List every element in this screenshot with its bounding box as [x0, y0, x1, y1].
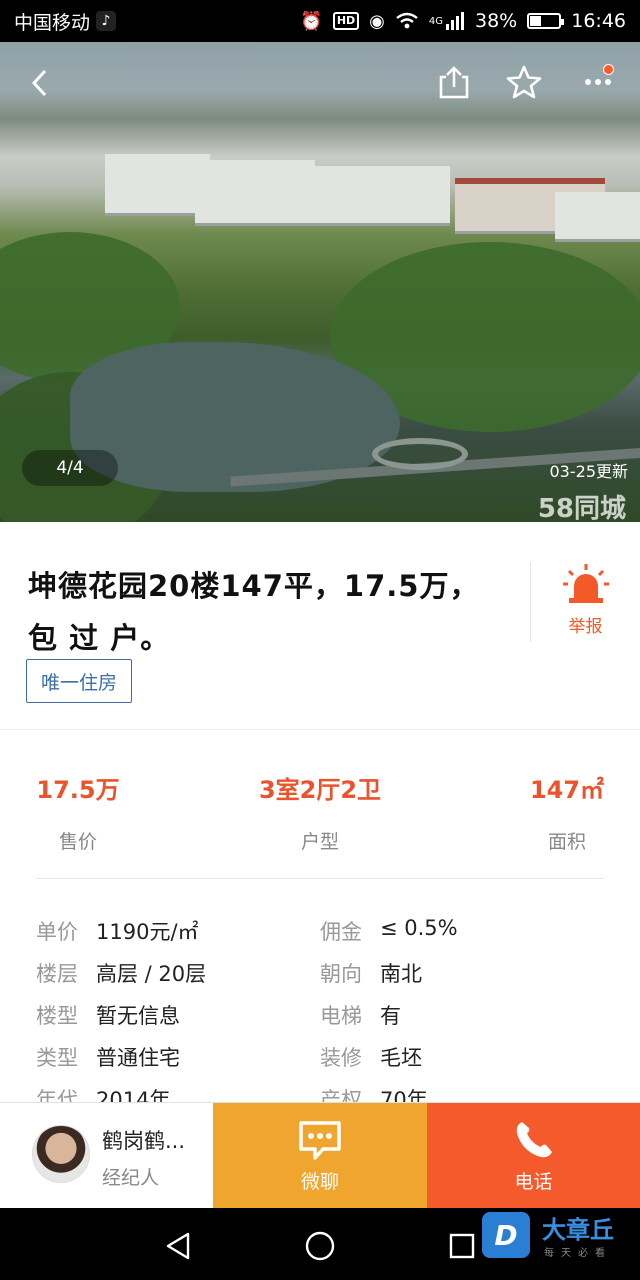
more-dots-icon: [585, 79, 611, 85]
stat-label: 面积: [547, 831, 586, 853]
notification-dot: [603, 64, 614, 75]
detail-key: 朝向: [320, 962, 362, 986]
detail-key: 电梯: [320, 1004, 362, 1028]
detail-value: 2014年: [96, 1088, 171, 1102]
agent-role: 经纪人: [102, 1167, 160, 1189]
stat-value: 147㎡: [529, 776, 605, 804]
detail-key: 装修: [320, 1046, 362, 1070]
title-section: 坤德花园20楼147平，17.5万，包 过 户。 举报 唯一住房: [0, 522, 640, 730]
star-icon: [506, 65, 542, 99]
report-label: 举报: [568, 617, 603, 637]
stat-label: 户型: [300, 831, 339, 853]
photo-building: [195, 160, 315, 226]
brand-name: 大章丘: [542, 1216, 614, 1244]
detail-value: 1190元/㎡: [96, 920, 199, 944]
alarm-icon: ⏰: [300, 10, 323, 32]
detail-row: 楼层 高层 / 20层 朝向 南北: [36, 958, 616, 1000]
stat-layout: 3室2厅2卫 户型: [250, 770, 390, 854]
network-type: 4G: [428, 15, 443, 27]
share-button[interactable]: [434, 62, 474, 102]
more-button[interactable]: [576, 62, 620, 102]
report-button[interactable]: 举报: [530, 562, 640, 642]
system-nav-bar: D 大章丘 每天必看: [0, 1208, 640, 1280]
detail-value: 70年: [380, 1088, 428, 1102]
watermark: 58同城: [537, 494, 626, 522]
stat-value: 3室2厅2卫: [258, 776, 382, 804]
detail-row: 楼型 暂无信息 电梯 有: [36, 1000, 616, 1042]
detail-value: 高层 / 20层: [96, 962, 207, 986]
brand-watermark: D 大章丘 每天必看: [482, 1210, 632, 1264]
detail-key: 年代: [36, 1088, 78, 1102]
triangle-back-icon: [166, 1232, 190, 1260]
tiktok-notification-icon: ♪: [96, 11, 117, 31]
battery-percent: 38%: [475, 10, 518, 32]
brand-slogan: 每天必看: [544, 1248, 612, 1259]
clock: 16:46: [571, 10, 626, 32]
bottom-action-bar: 鹤岗鹤... 经纪人 微聊 电话: [0, 1102, 640, 1209]
detail-value: 南北: [380, 962, 422, 986]
carrier-group: 中国移动 ♪: [14, 8, 117, 35]
chevron-left-icon: [31, 69, 47, 97]
detail-row: 单价 1190元/㎡ 佣金 ≤ 0.5%: [36, 916, 616, 958]
eye-icon: ◉: [369, 10, 385, 32]
detail-key: 楼型: [36, 1004, 78, 1028]
circle-home-icon: [305, 1231, 335, 1261]
agent-name: 鹤岗鹤...: [102, 1129, 186, 1153]
photo-nav-bar: [0, 58, 640, 108]
detail-value: 有: [380, 1004, 401, 1028]
brand-logo: D: [482, 1212, 530, 1258]
stat-price: 17.5万 售价: [36, 770, 120, 854]
photo-building: [555, 192, 640, 242]
battery-fill: [530, 16, 542, 26]
share-icon: [439, 66, 469, 99]
back-button[interactable]: [22, 66, 56, 100]
nav-recents-button[interactable]: [442, 1226, 482, 1266]
stat-label: 售价: [58, 831, 97, 853]
update-date: 03-25更新: [549, 462, 629, 481]
listing-title: 坤德花园20楼147平，17.5万，包 过 户。: [28, 569, 480, 655]
detail-key: 单价: [36, 920, 78, 944]
wifi-icon: [396, 12, 418, 29]
detail-value: 暂无信息: [96, 1004, 180, 1028]
signal-icon: [446, 12, 464, 30]
listing-tag: 唯一住房: [26, 659, 133, 703]
favorite-button[interactable]: [504, 62, 544, 102]
battery-icon: [527, 13, 565, 29]
photo-counter: 4/4: [22, 450, 118, 486]
details-grid: 单价 1190元/㎡ 佣金 ≤ 0.5% 楼层 高层 / 20层 朝向 南北 楼…: [0, 912, 640, 1102]
section-divider: [36, 878, 604, 879]
photo-ring-bridge: [372, 438, 468, 470]
detail-value: ≤ 0.5%: [380, 916, 458, 940]
carrier-name: 中国移动: [14, 11, 91, 34]
detail-key: 类型: [36, 1046, 78, 1070]
chat-bubble-icon: [299, 1120, 341, 1160]
avatar: [32, 1125, 90, 1183]
key-stats: 17.5万 售价 3室2厅2卫 户型 147㎡ 面积: [0, 730, 640, 880]
chat-label: 微聊: [300, 1170, 339, 1193]
call-button[interactable]: 电话: [427, 1103, 640, 1209]
agent-card[interactable]: 鹤岗鹤... 经纪人: [0, 1103, 213, 1209]
call-label: 电话: [514, 1170, 553, 1193]
square-recents-icon: [449, 1233, 475, 1259]
detail-value: 普通住宅: [96, 1046, 180, 1070]
detail-row: 年代 2014年 产权 70年: [36, 1084, 616, 1102]
status-bar: 中国移动 ♪ ⏰ HD ◉ 4G 38% 16:46: [0, 0, 640, 42]
siren-icon: [562, 564, 609, 603]
nav-back-button[interactable]: [158, 1226, 198, 1266]
chat-button[interactable]: 微聊: [213, 1103, 427, 1209]
stat-value: 17.5万: [36, 776, 120, 804]
photo-building: [300, 166, 450, 226]
detail-value: 毛坯: [380, 1046, 422, 1070]
detail-row: 类型 普通住宅 装修 毛坯: [36, 1042, 616, 1084]
listing-photo[interactable]: 4/4 03-25更新 58同城: [0, 42, 640, 522]
status-icons: ⏰ HD ◉ 4G 38% 16:46: [300, 10, 626, 32]
detail-key: 产权: [320, 1088, 362, 1102]
detail-key: 楼层: [36, 962, 78, 986]
phone-icon: [516, 1121, 552, 1157]
detail-key: 佣金: [320, 920, 362, 944]
hd-icon: HD: [332, 12, 360, 30]
stat-area: 147㎡ 面积: [522, 770, 612, 854]
nav-home-button[interactable]: [300, 1226, 340, 1266]
